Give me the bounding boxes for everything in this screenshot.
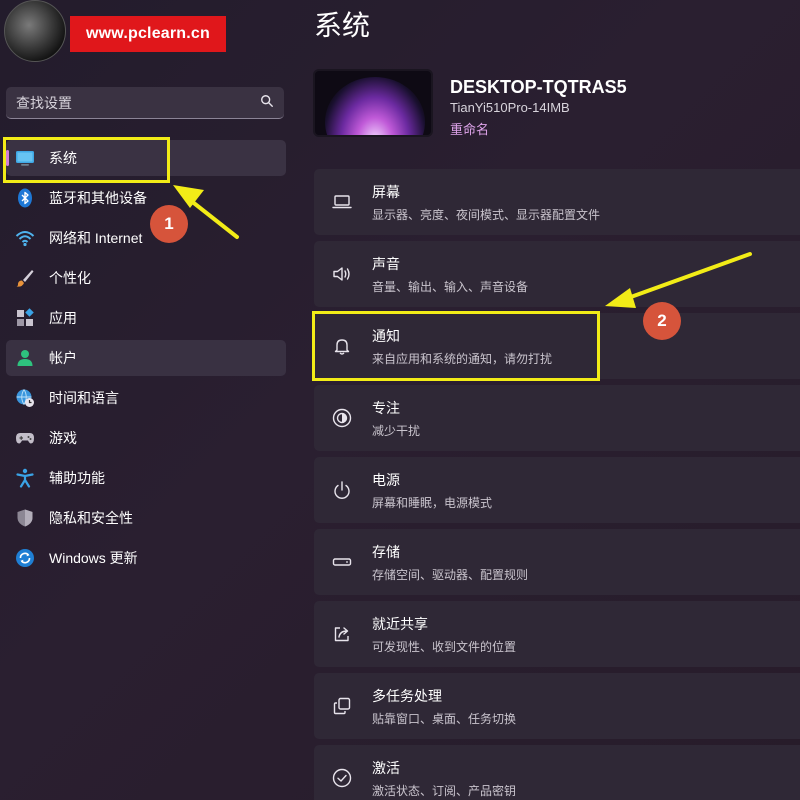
sidebar-item-privacy[interactable]: 隐私和安全性 [6, 500, 286, 536]
search-input[interactable]: 查找设置 [6, 87, 284, 119]
sidebar-item-network[interactable]: 网络和 Internet [6, 220, 286, 256]
sidebar-item-windows-update[interactable]: Windows 更新 [6, 540, 286, 576]
brush-icon [14, 267, 36, 289]
card-activation[interactable]: 激活激活状态、订阅、产品密钥 [314, 745, 800, 800]
card-title: 屏幕 [372, 183, 400, 200]
card-nearby-sharing[interactable]: 就近共享可发现性、收到文件的位置 [314, 601, 800, 667]
search-placeholder: 查找设置 [16, 94, 72, 111]
watermark-label: www.pclearn.cn [70, 16, 226, 52]
speaker-icon [330, 262, 354, 286]
card-title: 就近共享 [372, 615, 428, 632]
card-subtitle: 屏幕和睡眠，电源模式 [372, 495, 493, 510]
card-subtitle: 激活状态、订阅、产品密钥 [372, 783, 517, 798]
focus-icon [330, 406, 354, 430]
step-badge-1: 1 [150, 205, 188, 243]
card-subtitle: 音量、输出、输入、声音设备 [372, 279, 529, 294]
device-name: DESKTOP-TQTRAS5 [450, 77, 627, 97]
card-title: 专注 [372, 399, 400, 416]
sidebar-item-apps[interactable]: 应用 [6, 300, 286, 336]
card-sound[interactable]: 声音音量、输出、输入、声音设备 [314, 241, 800, 307]
card-title: 电源 [372, 471, 400, 488]
step-badge-2: 2 [643, 302, 681, 340]
storage-icon [330, 550, 354, 574]
settings-card-list: 屏幕 显示器、亮度、夜间模式、显示器配置文件 声音 音量、输出、输入、声音设备 通知… [314, 169, 800, 800]
account-icon [14, 347, 36, 369]
card-display[interactable]: 屏幕显示器、亮度、夜间模式、显示器配置文件 [314, 169, 800, 235]
card-multitasking[interactable]: 多任务处理贴靠窗口、桌面、任务切换 [314, 673, 800, 739]
card-title: 声音 [372, 255, 400, 272]
gamepad-icon [14, 427, 36, 449]
wifi-icon [14, 227, 36, 249]
update-icon [14, 547, 36, 569]
sidebar-item-label: 时间和语言 [49, 390, 119, 406]
sidebar-item-label: 蓝牙和其他设备 [49, 190, 147, 206]
card-subtitle: 减少干扰 [372, 423, 421, 438]
sidebar-item-label: 网络和 Internet [49, 230, 143, 246]
sidebar-item-accounts[interactable]: 帐户 [6, 340, 286, 376]
apps-icon [14, 307, 36, 329]
sidebar-item-label: 个性化 [49, 270, 91, 286]
card-title: 多任务处理 [372, 687, 442, 704]
accessibility-icon [14, 467, 36, 489]
rename-link[interactable]: 重命名 [450, 119, 489, 138]
multitask-icon [330, 694, 354, 718]
sidebar-item-label: 隐私和安全性 [49, 510, 133, 526]
sidebar-nav: 系统 蓝牙和其他设备 网络和 Internet 个性化 应用 帐户 时间和语言 … [6, 140, 286, 580]
sidebar-item-label: 游戏 [49, 430, 77, 446]
sidebar-item-label: Windows 更新 [49, 550, 138, 566]
wallpaper-bloom [325, 77, 425, 135]
page-title: 系统 [314, 10, 371, 41]
avatar[interactable] [4, 0, 66, 62]
card-storage[interactable]: 存储存储空间、驱动器、配置规则 [314, 529, 800, 595]
sidebar-item-label: 辅助功能 [49, 470, 105, 486]
sidebar-item-bluetooth[interactable]: 蓝牙和其他设备 [6, 180, 286, 216]
sidebar-item-label: 帐户 [49, 350, 77, 366]
power-icon [330, 478, 354, 502]
highlight-box-system [3, 137, 170, 183]
laptop-icon [330, 190, 354, 214]
highlight-box-notifications [312, 311, 600, 381]
settings-window: www.pclearn.cn 查找设置 系统 蓝牙和其他设备 网络和 Inter… [0, 0, 800, 800]
card-subtitle: 贴靠窗口、桌面、任务切换 [372, 711, 517, 726]
sidebar-item-personalization[interactable]: 个性化 [6, 260, 286, 296]
device-wallpaper-thumbnail [313, 69, 433, 137]
device-model: TianYi510Pro-14IMB [450, 100, 570, 115]
card-power[interactable]: 电源屏幕和睡眠，电源模式 [314, 457, 800, 523]
card-focus[interactable]: 专注 减少干扰 [314, 385, 800, 451]
bluetooth-icon [14, 187, 36, 209]
card-subtitle: 存储空间、驱动器、配置规则 [372, 567, 529, 582]
globe-clock-icon [14, 387, 36, 409]
sidebar-item-label: 应用 [49, 310, 77, 326]
activation-icon [330, 766, 354, 790]
shield-icon [14, 507, 36, 529]
card-title: 激活 [372, 759, 400, 776]
sidebar-item-accessibility[interactable]: 辅助功能 [6, 460, 286, 496]
card-title: 存储 [372, 543, 400, 560]
sidebar-item-gaming[interactable]: 游戏 [6, 420, 286, 456]
search-icon [260, 94, 274, 111]
share-icon [330, 622, 354, 646]
sidebar-item-time-language[interactable]: 时间和语言 [6, 380, 286, 416]
card-subtitle: 可发现性、收到文件的位置 [372, 639, 517, 654]
card-subtitle: 显示器、亮度、夜间模式、显示器配置文件 [372, 207, 601, 222]
